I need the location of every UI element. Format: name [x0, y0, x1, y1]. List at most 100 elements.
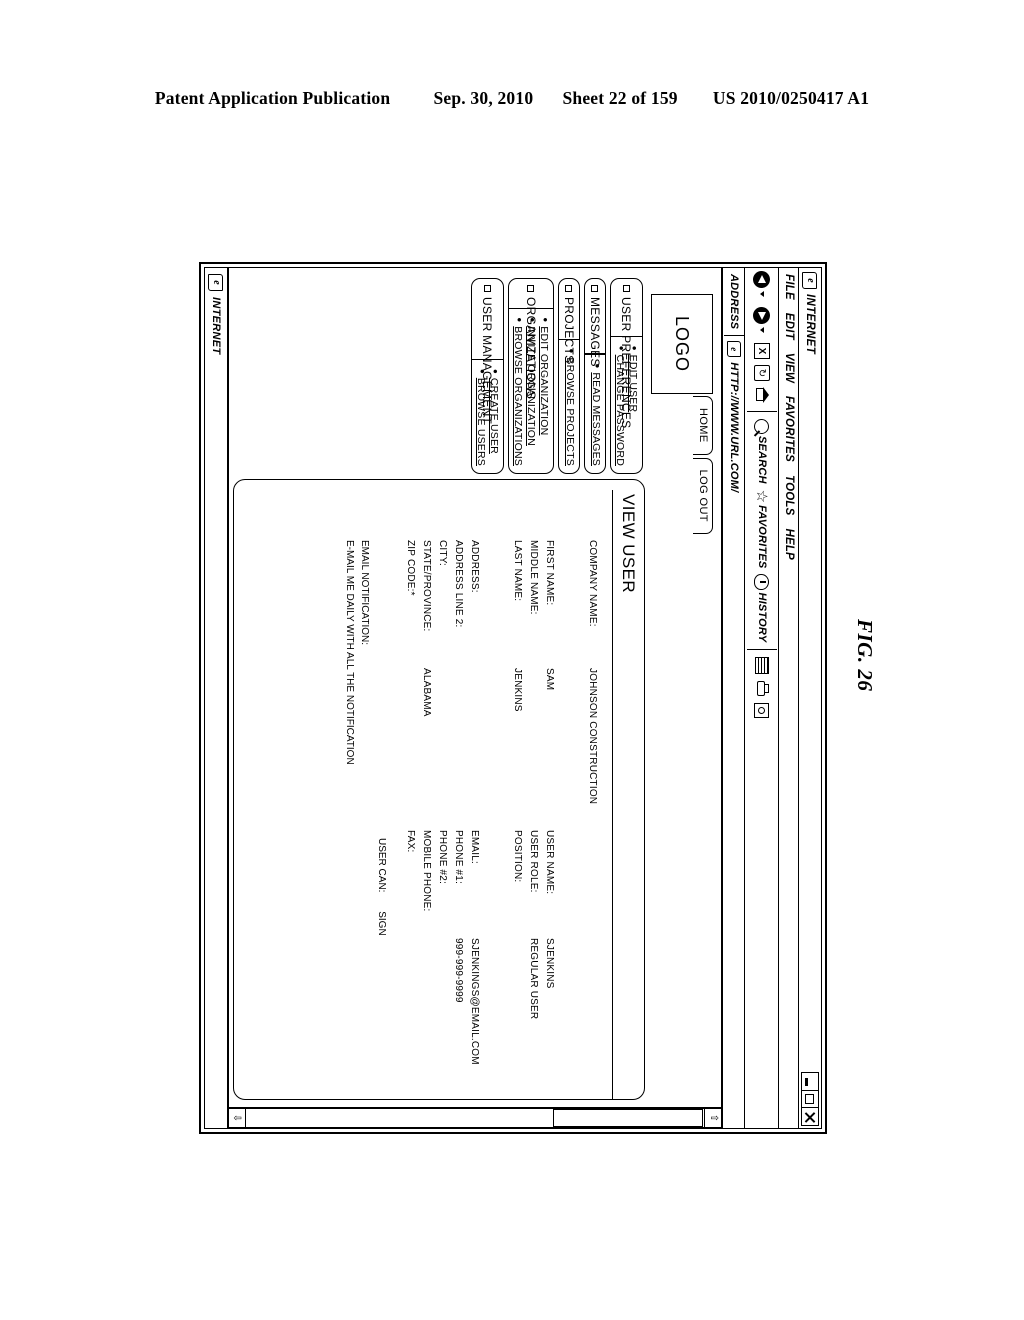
user-can-label: USER CAN:	[376, 838, 387, 893]
user-can-row: USER CAN: SIGN	[376, 838, 387, 1099]
user-role-label: USER ROLE:	[528, 830, 539, 893]
menu-item-view[interactable]: VIEW	[783, 353, 795, 383]
main-panel: VIEW USER COMPANY NAME: JOHNSON CONSTRUC…	[233, 479, 645, 1100]
back-button[interactable]	[745, 268, 779, 304]
vertical-scrollbar[interactable]: ⇧ ⇩	[227, 1107, 723, 1128]
menu-item-edit[interactable]: EDIT	[783, 313, 795, 340]
sidebar-group-user-management: USER MANAGEMENT • CREATE USER • BROWSE USE…	[471, 278, 504, 474]
scroll-down-arrow-icon[interactable]: ⇩	[227, 1108, 246, 1128]
tab-home-label: HOME	[697, 408, 709, 443]
history-button[interactable]: HISTORY	[745, 571, 779, 645]
favorites-button[interactable]: ☆ FAVORITES	[745, 487, 779, 572]
sidebar-header-user-preferences[interactable]: USER PREFERENCES	[611, 279, 642, 429]
window-title: INTERNET	[804, 294, 816, 354]
address-input[interactable]: e HTTP://WWW.URL.COM/	[723, 336, 745, 1128]
sidebar-item-change-password[interactable]: • CHANGE PASSWORD	[614, 346, 629, 466]
sidebar-group-projects: PROJECTS • BROWSE PROJECTS	[558, 278, 580, 474]
sidebar-item-browse-users[interactable]: • BROWSE USERS	[475, 369, 490, 466]
menu-label-file: FILE	[783, 274, 795, 300]
browser-toolbar: X ↻ SEARCH ☆ FAVORITES HISTORY	[744, 268, 779, 1128]
mail-button[interactable]	[745, 654, 779, 677]
bullet-dot-icon: •	[538, 317, 553, 323]
sidebar-item-browse-projects[interactable]: • BROWSE PROJECTS	[564, 349, 579, 466]
edit-button[interactable]	[745, 700, 779, 721]
toolbar-separator-2	[747, 649, 777, 651]
sidebar-header-organizations[interactable]: ORGANIZATIONS	[509, 279, 553, 399]
view-user-form: COMPANY NAME: JOHNSON CONSTRUCTION FIRST…	[234, 480, 612, 1099]
clock-icon	[754, 574, 770, 591]
field-row-first-name: FIRST NAME: SAM USER NAME: SJENKINS	[540, 540, 555, 1099]
patent-date: Sep. 30, 2010	[433, 88, 534, 108]
scrollbar-track[interactable]	[246, 1108, 704, 1128]
home-button[interactable]	[745, 384, 779, 407]
scroll-up-arrow-icon[interactable]: ⇧	[704, 1108, 723, 1128]
sidebar-item-edit-user[interactable]: • EDIT USER	[627, 346, 642, 466]
menu-label-favorites: FAVORITES	[783, 395, 795, 463]
square-bullet-icon	[623, 285, 630, 292]
sidebar-header-user-management[interactable]: USER MANAGEMENT	[472, 279, 503, 424]
email-value: SJENKINGS@EMAIL.COM	[469, 938, 480, 1065]
square-bullet-icon	[565, 285, 573, 292]
sidebar-item-read-messages[interactable]: • READ MESSAGES	[590, 364, 605, 466]
sidebar-links-projects: • BROWSE PROJECTS	[559, 340, 579, 473]
user-name-label: USER NAME:	[544, 830, 555, 895]
sidebar-item-invite-organization[interactable]: • INVITE ORGANIZATION	[525, 318, 540, 467]
menu-item-favorites[interactable]: FAVORITES	[783, 396, 795, 462]
email-label: EMAIL:	[469, 830, 480, 864]
search-label: SEARCH	[756, 436, 768, 484]
sidebar-item-create-user[interactable]: • CREATE USER	[488, 369, 503, 466]
minimize-button[interactable]	[801, 1072, 819, 1092]
sidebar-header-messages[interactable]: MESSAGES	[585, 279, 605, 367]
panel-title-rule	[612, 490, 613, 1099]
print-button[interactable]	[745, 677, 779, 700]
sidebar-item-browse-organizations[interactable]: • BROWSE ORGANIZATIONS	[512, 318, 527, 467]
sidebar-item-edit-user-label: EDIT USER	[627, 354, 639, 413]
menu-label-help: HELP	[783, 528, 795, 560]
close-button[interactable]	[801, 1107, 819, 1126]
position-label: POSITION:	[512, 830, 523, 883]
menu-label-tools: TOOLS	[783, 475, 795, 516]
city-label: CITY:	[437, 540, 448, 567]
content-wrapper: USER PREFERENCES • EDIT USER • CHANGE PASS…	[233, 278, 645, 1100]
menu-item-file[interactable]: FILE	[783, 274, 795, 300]
address-url-text: HTTP://WWW.URL.COM/	[728, 362, 740, 493]
stop-button[interactable]: X	[745, 340, 779, 362]
patent-publication-label: Patent Application Publication	[154, 88, 391, 108]
figure-caption: FIG. 26	[853, 619, 877, 692]
sidebar-item-edit-organization[interactable]: • EDIT ORGANIZATION	[538, 317, 553, 467]
menu-bar: FILE EDIT VIEW FAVORITES TOOLS HELP	[778, 268, 799, 1128]
forward-button[interactable]	[745, 304, 779, 340]
page-icon: e	[727, 341, 741, 358]
sidebar-header-projects[interactable]: PROJECTS	[559, 279, 579, 363]
sidebar-item-change-password-label: CHANGE PASSWORD	[614, 354, 626, 466]
scrollbar-thumb[interactable]	[553, 1109, 703, 1127]
square-bullet-icon	[591, 285, 599, 292]
field-row-middle-name: MIDDLE NAME: USER ROLE: REGULAR USER	[524, 540, 539, 1099]
sidebar-item-browse-users-label: BROWSE USERS	[475, 377, 487, 466]
refresh-button[interactable]: ↻	[745, 362, 779, 384]
user-can-value: SIGN	[376, 911, 387, 936]
state-label: STATE/PROVINCE:	[421, 540, 432, 632]
edit-icon	[754, 703, 770, 719]
back-dropdown-caret-icon[interactable]	[760, 291, 764, 297]
address-bar: ADDRESS e HTTP://WWW.URL.COM/	[721, 268, 745, 1128]
patent-page-header: Patent Application Publication Sep. 30, …	[0, 88, 1024, 109]
tab-log-out[interactable]: LOG OUT	[693, 457, 713, 534]
maximize-button[interactable]	[801, 1089, 819, 1109]
field-row-address2: ADDRESS LINE 2: PHONE #1: 999-999-9999	[449, 540, 464, 1099]
menu-item-tools[interactable]: TOOLS	[783, 475, 795, 515]
site-logo: LOGO	[651, 294, 713, 394]
menu-item-help[interactable]: HELP	[783, 528, 795, 559]
field-row-address: ADDRESS: EMAIL: SJENKINGS@EMAIL.COM	[465, 540, 480, 1099]
status-zone-label: INTERNET	[210, 297, 222, 355]
refresh-icon: ↻	[754, 365, 770, 381]
maximize-icon	[805, 1094, 815, 1105]
forward-dropdown-caret-icon[interactable]	[760, 327, 764, 333]
patent-sheet-number: Sheet 22 of 159	[562, 88, 678, 108]
field-row-spacer-2	[481, 540, 507, 1099]
browser-viewport: LOGO HOME LOG OUT USER PREFERENCES • EDI…	[227, 268, 723, 1128]
search-button[interactable]: SEARCH	[745, 416, 779, 487]
field-row-company-name: COMPANY NAME: JOHNSON CONSTRUCTION	[583, 540, 598, 1099]
stop-icon: X	[754, 343, 770, 359]
tab-home[interactable]: HOME	[693, 396, 713, 455]
